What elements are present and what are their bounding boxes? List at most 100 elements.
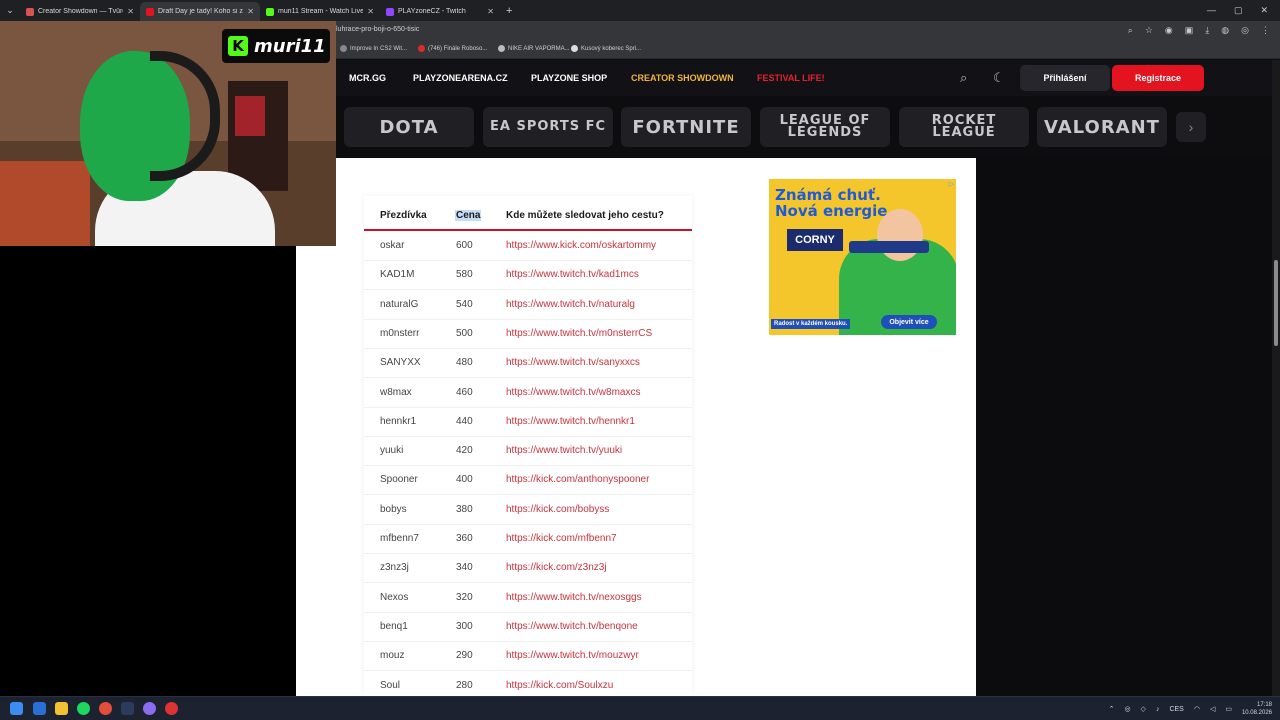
- minimize-icon[interactable]: —: [1207, 5, 1216, 16]
- game-rocket-league[interactable]: ROCKET LEAGUE: [899, 107, 1029, 147]
- system-tray: ⌃ ◎ ◇ ♪ CES ◠ ◁ ▭ 17:18 10.08.2026: [1109, 701, 1272, 717]
- game-dota[interactable]: DOTA: [344, 107, 474, 147]
- game-fortnite[interactable]: FORTNITE: [621, 107, 751, 147]
- stream-link[interactable]: https://kick.com/Soulxzu: [506, 680, 613, 691]
- advertisement-banner[interactable]: Známá chuť. Nová energie. CORNY Radost v…: [769, 179, 956, 335]
- language-indicator[interactable]: CES: [1169, 706, 1183, 713]
- clock[interactable]: 17:18 10.08.2026: [1242, 701, 1272, 717]
- scrollbar-thumb[interactable]: [1274, 260, 1278, 346]
- nav-link-playzone-shop[interactable]: PLAYZONE SHOP: [531, 73, 607, 83]
- game-valorant[interactable]: VALORANT: [1037, 107, 1167, 147]
- nav-link-creator-showdown[interactable]: CREATOR SHOWDOWN: [631, 73, 734, 83]
- file-explorer-icon[interactable]: [55, 702, 68, 715]
- table-row: hennkr1 440 https://www.twitch.tv/hennkr1: [364, 408, 692, 437]
- ad-headline-line-1: Známá chuť.: [775, 186, 881, 204]
- start-icon[interactable]: [10, 702, 23, 715]
- player-price: 320: [456, 591, 473, 603]
- wifi-icon[interactable]: ◠: [1194, 705, 1200, 713]
- nike-icon: [498, 45, 505, 52]
- tab-search-icon[interactable]: ⌄: [0, 0, 20, 21]
- browser-tab[interactable]: Creator Showdown — Tvůrci, R ✕: [20, 2, 140, 21]
- youtube-icon: [418, 45, 425, 52]
- zoom-icon[interactable]: ⌕: [1128, 25, 1133, 36]
- bookmark-item[interactable]: Kusový koberec Spri...: [571, 45, 641, 52]
- nav-link-festival-life[interactable]: FESTIVAL LIFE!: [757, 73, 825, 83]
- stream-link[interactable]: https://kick.com/anthonyspooner: [506, 474, 649, 485]
- stream-link[interactable]: https://www.twitch.tv/benqone: [506, 621, 638, 632]
- chrome-icon[interactable]: [99, 702, 112, 715]
- table-row: oskar 600 https://www.kick.com/oskartommy: [364, 232, 692, 261]
- bookmark-item[interactable]: (746) Finále Roboso...: [418, 45, 487, 52]
- stream-link[interactable]: https://www.twitch.tv/mouzwyr: [506, 650, 639, 661]
- profile-icon[interactable]: ◍: [1221, 25, 1229, 36]
- table-row: mfbenn7 360 https://kick.com/mfbenn7: [364, 525, 692, 554]
- battery-icon[interactable]: ▭: [1225, 705, 1232, 713]
- extensions-puzzle-icon[interactable]: ▣: [1185, 25, 1194, 36]
- browser-tab[interactable]: Draft Day je tady! Koho si zvolí ✕: [140, 2, 260, 21]
- microphone-icon[interactable]: ♪: [1156, 706, 1160, 713]
- tab-close-icon[interactable]: ✕: [127, 7, 134, 16]
- ad-choices-icon[interactable]: ▷: [949, 180, 954, 188]
- column-header-link: Kde můžete sledovat jeho cestu?: [506, 210, 664, 221]
- stream-link[interactable]: https://www.twitch.tv/naturalg: [506, 299, 635, 310]
- dark-mode-icon[interactable]: ☾: [993, 70, 1005, 86]
- player-price: 600: [456, 240, 473, 251]
- bookmark-star-icon[interactable]: ☆: [1145, 25, 1153, 36]
- stream-link[interactable]: https://www.twitch.tv/nexosggs: [506, 592, 642, 603]
- editor-icon[interactable]: [33, 702, 46, 715]
- stream-link[interactable]: https://www.twitch.tv/w8maxcs: [506, 387, 640, 398]
- spotify-icon[interactable]: [77, 702, 90, 715]
- ad-cta-button[interactable]: Objevit více: [881, 315, 937, 329]
- volume-icon[interactable]: ◁: [1210, 705, 1215, 713]
- settings-icon[interactable]: ◎: [1241, 25, 1249, 36]
- login-button[interactable]: Přihlášení: [1020, 65, 1110, 91]
- stream-link[interactable]: https://kick.com/bobyss: [506, 504, 609, 515]
- bookmark-item[interactable]: Improve In CS2 Wit...: [340, 45, 407, 52]
- stream-link[interactable]: https://www.twitch.tv/kad1mcs: [506, 269, 639, 280]
- browser-tab[interactable]: muri11 Stream - Watch Live on✕: [260, 2, 380, 21]
- tray-chevron-icon[interactable]: ⌃: [1109, 705, 1115, 713]
- nav-link-playzonearena[interactable]: PLAYZONEARENA.CZ: [413, 73, 508, 83]
- player-price: 420: [456, 445, 473, 457]
- app-icon[interactable]: [165, 702, 178, 715]
- menu-icon[interactable]: ⋮: [1261, 25, 1270, 36]
- bookmark-favicon-icon: [571, 45, 578, 52]
- tab-list: Creator Showdown — Tvůrci, R✕Draft Day j…: [20, 0, 500, 21]
- register-button[interactable]: Registrace: [1112, 65, 1204, 91]
- steam-tray-icon[interactable]: ◎: [1124, 705, 1130, 713]
- obs-icon[interactable]: [143, 702, 156, 715]
- steam-icon[interactable]: [121, 702, 134, 715]
- download-icon[interactable]: ⤓: [1205, 25, 1209, 36]
- tab-close-icon[interactable]: ✕: [487, 7, 494, 16]
- player-nickname: bobys: [380, 503, 407, 515]
- stream-link[interactable]: https://www.twitch.tv/yuuki: [506, 445, 622, 456]
- player-nickname: hennkr1: [380, 415, 417, 427]
- new-tab-icon[interactable]: +: [500, 5, 518, 17]
- price-table: Přezdívka Cena Kde můžete sledovat jeho …: [364, 196, 692, 701]
- bookmark-item[interactable]: NIKE AIR VAPORMA...: [498, 45, 570, 52]
- close-window-icon[interactable]: ✕: [1260, 5, 1268, 16]
- network-icon[interactable]: ◇: [1141, 705, 1146, 713]
- maximize-icon[interactable]: ▢: [1234, 5, 1243, 16]
- stream-link[interactable]: https://kick.com/z3nz3j: [506, 562, 607, 573]
- tab-close-icon[interactable]: ✕: [367, 7, 374, 16]
- url-field[interactable]: luhrace-pro-boji-o-650-tisic: [336, 26, 419, 33]
- tab-favicon-icon: [146, 7, 154, 16]
- ad-headline: Známá chuť. Nová energie.: [775, 187, 893, 219]
- page-scrollbar[interactable]: [1272, 60, 1280, 696]
- table-row: mouz 290 https://www.twitch.tv/mouzwyr: [364, 642, 692, 672]
- chevron-right-icon[interactable]: ›: [1176, 112, 1206, 142]
- stream-link[interactable]: https://www.twitch.tv/m0nsterrCS: [506, 328, 652, 339]
- extension-icon[interactable]: ◉: [1165, 25, 1173, 36]
- nav-link-mcr[interactable]: MCR.GG: [349, 73, 386, 83]
- stream-link[interactable]: https://www.kick.com/oskartommy: [506, 240, 656, 251]
- stream-link[interactable]: https://www.twitch.tv/sanyxxcs: [506, 357, 640, 368]
- game-ea-fc[interactable]: EA SPORTS FC: [483, 107, 613, 147]
- stream-link[interactable]: https://www.twitch.tv/hennkr1: [506, 416, 635, 427]
- player-nickname: benq1: [380, 620, 408, 632]
- tab-close-icon[interactable]: ✕: [247, 7, 254, 16]
- game-league-of-legends[interactable]: LEAGUE OF LEGENDS: [760, 107, 890, 147]
- browser-tab[interactable]: PLAYzoneCZ - Twitch ✕: [380, 2, 500, 21]
- search-icon[interactable]: ⌕: [960, 70, 967, 86]
- stream-link[interactable]: https://kick.com/mfbenn7: [506, 533, 617, 544]
